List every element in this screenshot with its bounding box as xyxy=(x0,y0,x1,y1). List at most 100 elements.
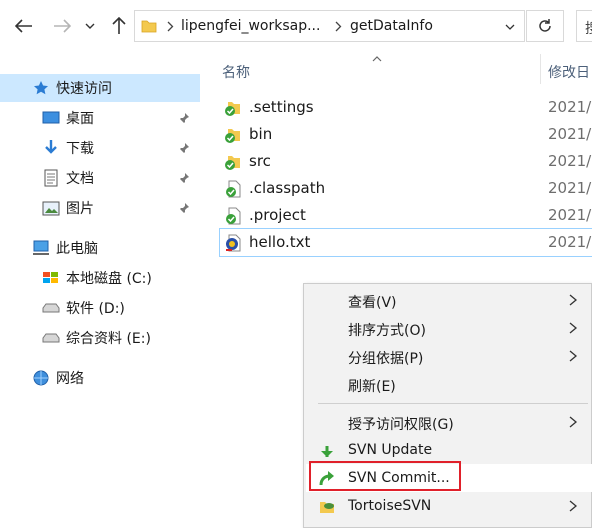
address-history-chevron-icon[interactable] xyxy=(505,24,515,30)
file-name: bin xyxy=(249,125,273,143)
menu-separator xyxy=(318,403,588,404)
up-button[interactable] xyxy=(107,14,131,38)
document-icon xyxy=(42,169,60,187)
drive-c-icon xyxy=(42,269,60,287)
back-button[interactable] xyxy=(12,14,36,38)
menu-item-label: 刷新(E) xyxy=(348,379,396,395)
sidebar-item-drive-e[interactable]: 综合资料 (E:) xyxy=(0,324,200,352)
menu-item-view[interactable]: 查看(V) xyxy=(306,286,592,314)
breadcrumb-workspace[interactable]: lipengfei_worksap... xyxy=(181,18,320,34)
search-input[interactable]: 搜 xyxy=(576,10,592,42)
submenu-arrow-icon xyxy=(569,294,578,306)
refresh-button[interactable] xyxy=(526,10,564,42)
svn-update-icon xyxy=(321,446,333,457)
file-name: hello.txt xyxy=(249,233,311,251)
menu-item-group-by[interactable]: 分组依据(P) xyxy=(306,342,592,370)
svn-folder-icon xyxy=(225,129,240,143)
computer-icon xyxy=(32,239,50,257)
file-row[interactable]: .classpath 2021/8 xyxy=(220,175,592,202)
menu-item-label: 分组依据(P) xyxy=(348,351,424,367)
search-placeholder: 搜 xyxy=(585,18,592,38)
menu-item-svn-update[interactable]: SVN Update xyxy=(306,436,592,464)
svn-folder-icon xyxy=(225,102,240,116)
breadcrumb-separator-icon xyxy=(167,21,174,32)
sidebar-item-drive-c[interactable]: 本地磁盘 (C:) xyxy=(0,264,200,292)
context-menu: 查看(V) 排序方式(O) 分组依据(P) 刷新(E) 授予访问权限(G) SV… xyxy=(303,283,592,528)
sidebar-item-label: 此电脑 xyxy=(56,241,98,257)
file-date: 2021/8 xyxy=(548,125,592,143)
menu-item-label: 查看(V) xyxy=(348,295,397,311)
sidebar-item-label: 软件 (D:) xyxy=(66,301,125,317)
network-icon xyxy=(32,369,50,387)
recent-locations-button[interactable] xyxy=(82,14,98,38)
tortoisesvn-icon xyxy=(320,502,334,513)
forward-button[interactable] xyxy=(50,14,74,38)
menu-item-label: TortoiseSVN xyxy=(348,498,432,514)
folder-icon xyxy=(141,20,157,33)
drive-icon xyxy=(42,329,60,347)
navigation-pane: 快速访问 桌面 下载 文档 图片 此电脑 本地磁盘 (C:) 软件 (D:) 综… xyxy=(0,54,212,525)
sidebar-item-label: 网络 xyxy=(56,371,84,387)
column-header-modified[interactable]: 修改日 xyxy=(548,62,590,92)
svn-file-icon xyxy=(226,180,241,198)
sidebar-item-documents[interactable]: 文档 xyxy=(0,164,200,192)
menu-item-tortoisesvn[interactable]: TortoiseSVN xyxy=(306,492,592,520)
file-date: 2021/8 xyxy=(548,152,592,170)
file-row[interactable]: src 2021/8 xyxy=(220,148,592,175)
svn-file-icon xyxy=(226,207,241,225)
file-name: .project xyxy=(249,206,306,224)
submenu-arrow-icon xyxy=(569,322,578,334)
sidebar-item-label: 快速访问 xyxy=(56,81,112,97)
sort-ascending-icon xyxy=(372,56,382,62)
breadcrumb-current-folder[interactable]: getDataInfo xyxy=(350,18,433,34)
sidebar-item-label: 综合资料 (E:) xyxy=(66,331,151,347)
back-arrow-icon xyxy=(15,19,32,33)
sidebar-item-network[interactable]: 网络 xyxy=(0,364,200,392)
menu-item-refresh[interactable]: 刷新(E) xyxy=(306,370,592,398)
up-arrow-icon xyxy=(112,17,126,34)
submenu-arrow-icon xyxy=(569,350,578,362)
column-divider[interactable] xyxy=(540,54,541,84)
svn-folder-icon xyxy=(225,156,240,170)
address-bar[interactable]: lipengfei_worksap... getDataInfo xyxy=(134,10,525,42)
star-icon xyxy=(32,79,50,97)
sidebar-item-drive-d[interactable]: 软件 (D:) xyxy=(0,294,200,322)
picture-icon xyxy=(42,199,60,217)
forward-arrow-icon xyxy=(54,19,71,33)
submenu-arrow-icon xyxy=(569,500,578,512)
desktop-icon xyxy=(42,109,60,127)
pin-icon[interactable] xyxy=(178,202,192,216)
download-icon xyxy=(42,139,60,157)
sidebar-item-quick-access[interactable]: 快速访问 xyxy=(0,74,200,102)
submenu-arrow-icon xyxy=(569,416,578,428)
sidebar-item-label: 文档 xyxy=(66,171,94,187)
pin-icon[interactable] xyxy=(178,142,192,156)
sidebar-item-label: 本地磁盘 (C:) xyxy=(66,271,152,287)
file-name: .settings xyxy=(249,98,314,116)
menu-item-label: 授予访问权限(G) xyxy=(348,417,454,433)
pin-icon[interactable] xyxy=(178,112,192,126)
file-row[interactable]: bin 2021/8 xyxy=(220,121,592,148)
column-header-name[interactable]: 名称 xyxy=(222,62,250,92)
sidebar-item-this-pc[interactable]: 此电脑 xyxy=(0,234,200,262)
file-date: 2021/8 xyxy=(548,206,592,224)
file-row-selected[interactable]: hello.txt 2021/8 xyxy=(219,228,592,257)
chevron-down-icon xyxy=(85,23,95,29)
sidebar-item-label: 下载 xyxy=(66,141,94,157)
file-name: src xyxy=(249,152,271,170)
file-row[interactable]: .project 2021/8 xyxy=(220,202,592,229)
sidebar-item-downloads[interactable]: 下载 xyxy=(0,134,200,162)
menu-item-label: 排序方式(O) xyxy=(348,323,426,339)
file-date: 2021/8 xyxy=(548,98,592,116)
pin-icon[interactable] xyxy=(178,172,192,186)
sidebar-item-desktop[interactable]: 桌面 xyxy=(0,104,200,132)
breadcrumb-separator-icon xyxy=(335,21,342,32)
file-row[interactable]: .settings 2021/8 xyxy=(220,94,592,121)
sidebar-item-pictures[interactable]: 图片 xyxy=(0,194,200,222)
file-date: 2021/8 xyxy=(548,233,592,251)
menu-item-give-access[interactable]: 授予访问权限(G) xyxy=(306,408,592,436)
refresh-icon xyxy=(539,19,551,32)
sidebar-item-label: 图片 xyxy=(66,201,94,217)
highlight-frame xyxy=(309,461,461,491)
menu-item-sort-by[interactable]: 排序方式(O) xyxy=(306,314,592,342)
